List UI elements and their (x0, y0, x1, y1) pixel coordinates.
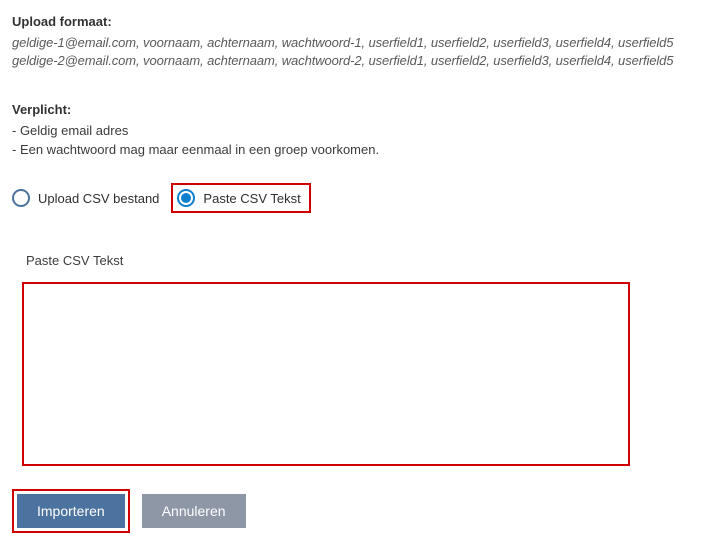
upload-format-title: Upload formaat: (12, 14, 708, 29)
paste-csv-label: Paste CSV Tekst (26, 253, 708, 268)
radio-icon (12, 189, 30, 207)
radio-paste-csv[interactable]: Paste CSV Tekst (171, 183, 310, 213)
radio-paste-label: Paste CSV Tekst (203, 191, 300, 206)
radio-upload-csv[interactable]: Upload CSV bestand (12, 189, 159, 207)
import-button-highlight: Importeren (12, 489, 130, 533)
radio-upload-label: Upload CSV bestand (38, 191, 159, 206)
required-item: - Een wachtwoord mag maar eenmaal in een… (12, 142, 708, 157)
required-title: Verplicht: (12, 102, 708, 117)
paste-csv-textarea[interactable] (22, 282, 630, 466)
radio-icon (177, 189, 195, 207)
action-buttons: Importeren Annuleren (12, 489, 708, 533)
required-item: - Geldig email adres (12, 123, 708, 138)
upload-format-example: geldige-2@email.com, voornaam, achternaa… (12, 53, 708, 68)
cancel-button[interactable]: Annuleren (142, 494, 246, 528)
upload-format-example: geldige-1@email.com, voornaam, achternaa… (12, 35, 708, 50)
import-button[interactable]: Importeren (17, 494, 125, 528)
input-method-radio-group: Upload CSV bestand Paste CSV Tekst (12, 183, 708, 213)
